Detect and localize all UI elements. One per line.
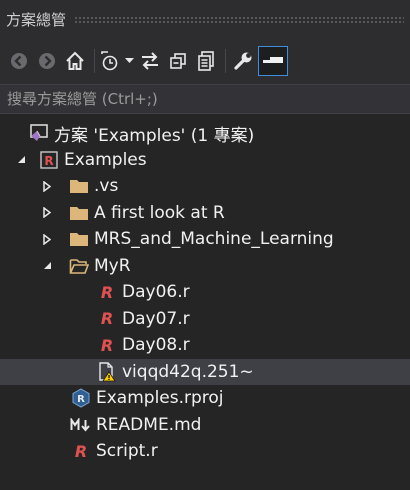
expand-arrow-icon[interactable] [40,206,54,220]
r-script-icon: R [100,335,114,355]
folder-icon [68,175,90,197]
collapse-arrow-icon[interactable] [40,259,54,273]
window-title: 方案總管 [6,10,67,29]
tree-item-label: Day08.r [122,335,190,356]
properties-button[interactable] [230,46,256,76]
dropdown-arrow-icon [124,58,134,63]
tree-item-label: .vs [94,176,119,197]
preview-button[interactable] [258,46,288,76]
tree-item-file[interactable]: R Script.r [0,438,410,465]
r-script-icon: R [74,441,88,461]
r-project-icon: R [38,149,60,171]
tree-item-label: 方案 'Examples' (1 專案) [54,125,255,146]
filter-dropdown-button[interactable] [123,46,135,76]
tree-item-solution[interactable]: 方案 'Examples' (1 專案) [0,120,410,147]
collapse-all-button[interactable] [165,46,191,76]
toolbar-separator [225,49,226,73]
tree-item-label: MRS_and_Machine_Learning [94,229,334,250]
r-script-icon: R [100,282,114,302]
pending-changes-filter-icon [101,51,118,71]
tree-item-file[interactable]: README.md [0,412,410,439]
home-icon [66,51,84,70]
visual-studio-solution-icon [28,122,50,144]
tree-item-file[interactable]: R Examples.rproj [0,385,410,412]
tree-item-label: README.md [96,414,202,435]
show-all-files-icon [198,51,214,71]
solution-tree: 方案 'Examples' (1 專案) R Examples .vs A fi… [0,120,410,465]
tree-item-label: MyR [94,255,131,276]
forward-icon [39,53,55,69]
tree-item-file[interactable]: R Day08.r [0,332,410,359]
svg-text:R: R [77,394,85,405]
tree-item-label: Examples [64,149,147,170]
back-icon [11,53,27,69]
tree-item-folder[interactable]: A first look at R [0,200,410,227]
properties-icon [234,52,252,70]
tree-item-label: viqqd42q.251~ [122,361,254,382]
search-bar [0,84,410,114]
r-script-icon: R [100,309,114,329]
window-titlebar: 方案總管 [0,0,410,38]
back-button[interactable] [6,46,32,76]
collapse-arrow-icon[interactable] [14,153,28,167]
markdown-icon [70,414,92,436]
pending-changes-filter-button[interactable] [99,46,121,76]
tree-item-project[interactable]: R Examples [0,147,410,174]
forward-button[interactable] [34,46,60,76]
folder-icon [68,228,90,250]
tree-item-label: A first look at R [94,202,225,223]
tree-item-label: Script.r [96,441,158,462]
rproj-icon: R [70,387,92,409]
toolbar-separator [94,49,95,73]
tree-item-file[interactable]: R Day07.r [0,306,410,333]
tree-item-label: Day07.r [122,308,190,329]
tree-item-folder[interactable]: MRS_and_Machine_Learning [0,226,410,253]
preview-icon [263,57,283,63]
sync-button[interactable] [137,46,163,76]
open-folder-icon [68,255,90,277]
home-button[interactable] [62,46,88,76]
drag-grip[interactable] [74,15,404,23]
tree-item-file[interactable]: R Day06.r [0,279,410,306]
folder-icon [68,202,90,224]
sync-icon [142,52,158,70]
tree-item-folder[interactable]: .vs [0,173,410,200]
expand-arrow-icon[interactable] [40,232,54,246]
tree-item-file-selected[interactable]: viqqd42q.251~ [0,358,410,385]
search-input[interactable] [7,90,397,108]
tree-item-label: Examples.rproj [96,388,224,409]
svg-text:R: R [44,154,53,168]
collapse-all-icon [170,53,186,69]
tree-item-label: Day06.r [122,282,190,303]
toolbar [0,38,410,84]
show-all-files-button[interactable] [193,46,219,76]
expand-arrow-icon[interactable] [40,179,54,193]
tree-item-folder[interactable]: MyR [0,253,410,280]
warning-file-icon [96,361,118,383]
